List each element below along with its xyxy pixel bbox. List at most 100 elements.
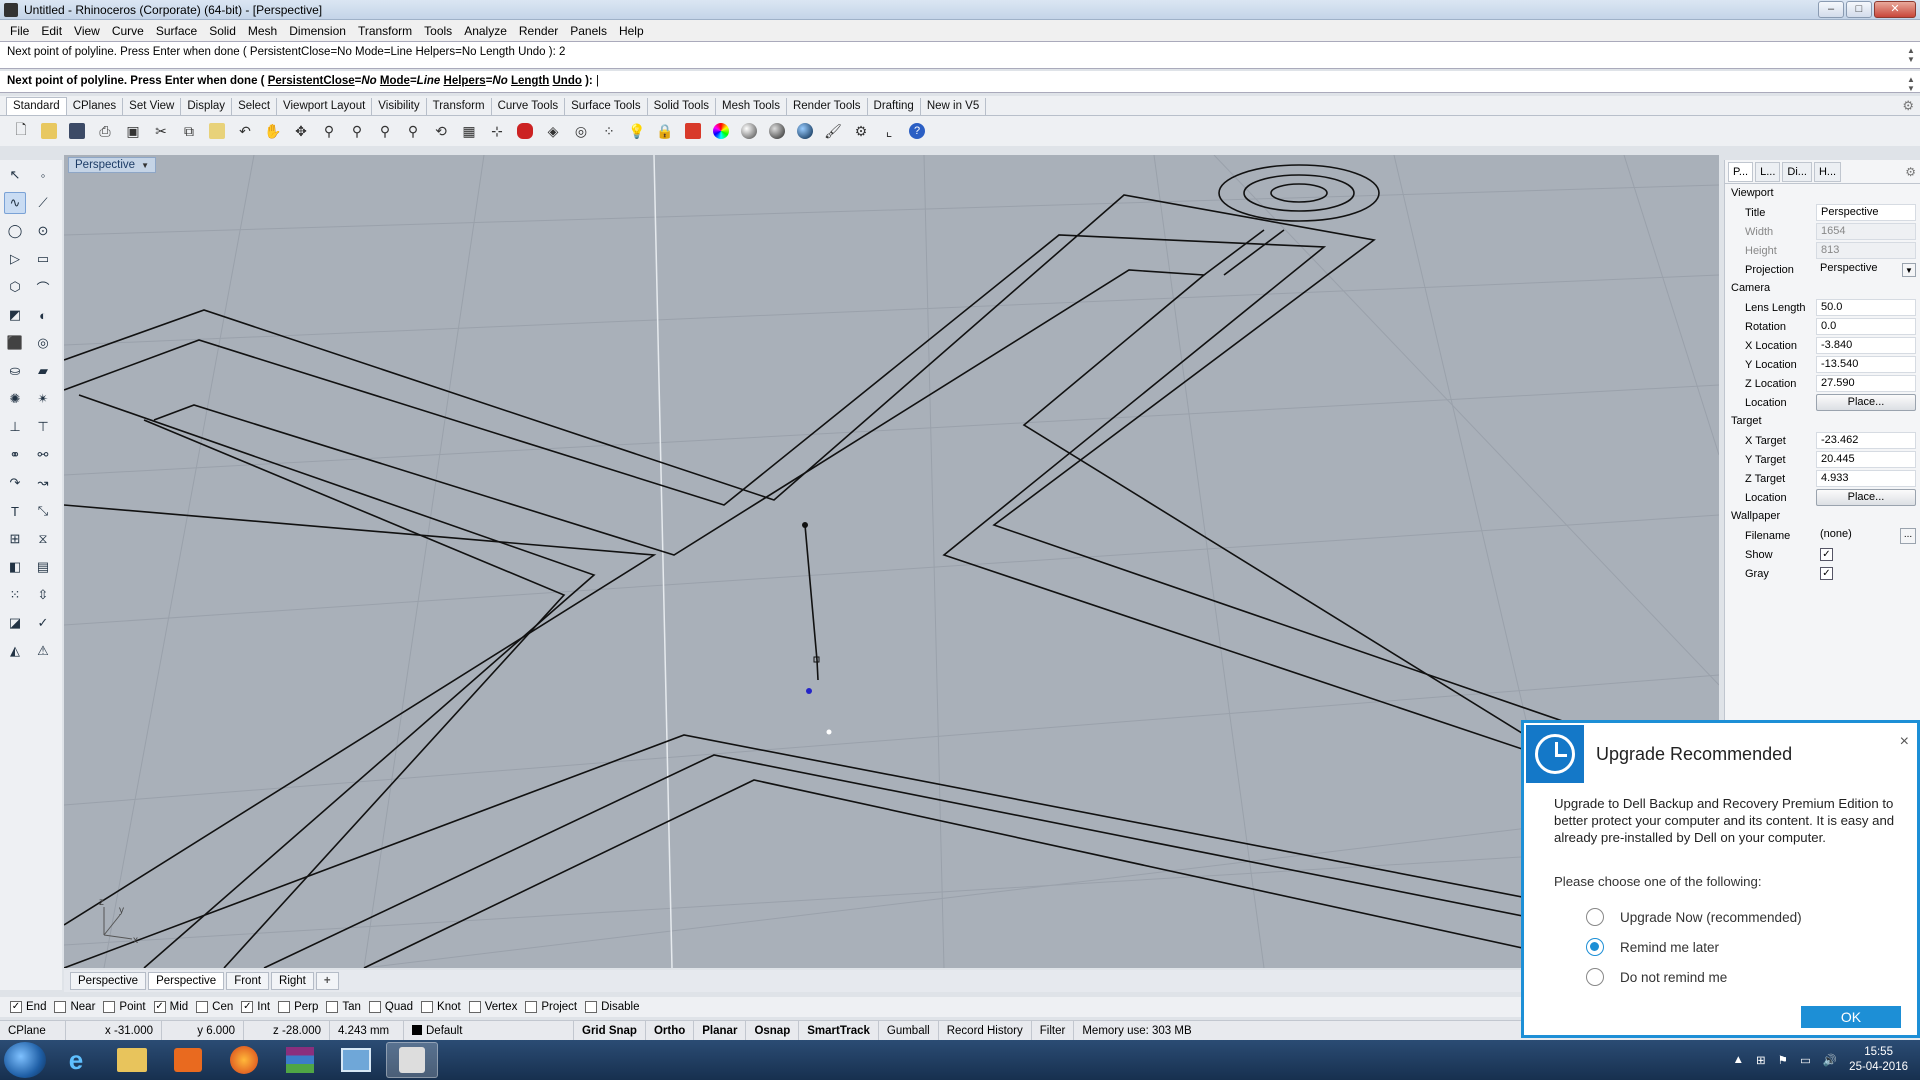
panel-tab-properties[interactable]: P... [1728, 161, 1754, 182]
menu-view[interactable]: View [68, 24, 106, 38]
osnap-project[interactable]: Project [525, 1001, 577, 1013]
status-cplane[interactable]: CPlane [0, 1020, 66, 1041]
dialog-close-button[interactable]: × [1900, 733, 1909, 751]
options-gear-icon[interactable]: ⚙ [850, 120, 872, 142]
curve-icon[interactable]: ⟋ [32, 192, 54, 214]
lens-length-field[interactable]: 50.0 [1816, 299, 1916, 316]
osnap-knot[interactable]: Knot [421, 1001, 461, 1013]
text-icon[interactable]: T [4, 500, 26, 522]
zoom-selected-icon[interactable]: ⚲ [402, 120, 424, 142]
car-icon[interactable] [514, 120, 536, 142]
menu-edit[interactable]: Edit [35, 24, 68, 38]
menu-dimension[interactable]: Dimension [283, 24, 352, 38]
hatch-icon[interactable]: ▤ [32, 556, 54, 578]
copy-icon[interactable]: ⧉ [178, 120, 200, 142]
tab-drafting[interactable]: Drafting [868, 98, 921, 115]
grid-snap-icon[interactable]: ⌞ [878, 120, 900, 142]
osnap-vertex-checkbox[interactable] [468, 1001, 481, 1013]
explode-icon[interactable]: ✴ [32, 388, 54, 410]
cut-icon[interactable]: ✂ [150, 120, 172, 142]
tab-visibility[interactable]: Visibility [372, 98, 427, 115]
zoom-window-icon[interactable]: ⚲ [346, 120, 368, 142]
projection-dropdown-icon[interactable]: ▼ [1902, 262, 1916, 277]
tab-render-tools[interactable]: Render Tools [787, 98, 868, 115]
firefox-icon[interactable] [218, 1042, 270, 1078]
y-location-field[interactable]: -13.540 [1816, 356, 1916, 373]
menu-analyze[interactable]: Analyze [458, 24, 513, 38]
option-upgrade-now[interactable]: Upgrade Now (recommended) [1586, 908, 1802, 926]
cplane-icon[interactable]: ⊹ [486, 120, 508, 142]
osnap-tan-checkbox[interactable] [326, 1001, 339, 1013]
status-osnap[interactable]: Osnap [746, 1020, 800, 1041]
import-icon[interactable]: ▣ [122, 120, 144, 142]
print-icon[interactable]: ⎙ [94, 120, 116, 142]
target-place-button[interactable]: Place... [1816, 489, 1916, 506]
mirror-icon[interactable]: ⧖ [32, 528, 54, 550]
lock-icon[interactable]: 🔒 [654, 120, 676, 142]
tab-set-view[interactable]: Set View [123, 98, 182, 115]
osnap-near[interactable]: Near [54, 1001, 95, 1013]
polygon-icon[interactable]: ⬡ [4, 276, 26, 298]
panel-tab-layers[interactable]: L... [1755, 161, 1781, 182]
paste-icon[interactable] [206, 120, 228, 142]
upgrade-now-radio[interactable] [1586, 908, 1604, 926]
status-smarttrack[interactable]: SmartTrack [799, 1020, 879, 1041]
osnap-perp[interactable]: Perp [278, 1001, 318, 1013]
osnap-disable[interactable]: Disable [585, 1001, 639, 1013]
shaded-sphere-icon[interactable] [766, 120, 788, 142]
render-sphere-icon[interactable] [738, 120, 760, 142]
tab-cplanes[interactable]: CPlanes [67, 98, 124, 115]
select-filter-icon[interactable]: ◎ [570, 120, 592, 142]
point-icon[interactable]: ◦ [32, 164, 54, 186]
trim-icon[interactable]: ⊤ [32, 416, 54, 438]
tray-volume-icon[interactable]: 🔊 [1823, 1053, 1837, 1067]
remote-desktop-icon[interactable] [330, 1042, 382, 1078]
viewport-tab-right[interactable]: Right [271, 972, 314, 990]
render-icon[interactable]: ◭ [4, 640, 26, 662]
x-location-field[interactable]: -3.840 [1816, 337, 1916, 354]
close-button[interactable]: ✕ [1874, 1, 1916, 18]
file-explorer-icon[interactable] [106, 1042, 158, 1078]
points-icon[interactable]: ⁘ [598, 120, 620, 142]
set-view-icon[interactable]: ◈ [542, 120, 564, 142]
new-file-icon[interactable]: 🗋 [10, 120, 32, 142]
menu-panels[interactable]: Panels [564, 24, 613, 38]
osnap-point[interactable]: Point [103, 1001, 146, 1013]
status-filter[interactable]: Filter [1032, 1020, 1075, 1041]
box-solid-icon[interactable]: ⬛ [4, 332, 26, 354]
status-planar[interactable]: Planar [694, 1020, 747, 1041]
gray-checkbox[interactable]: ✓ [1820, 567, 1833, 580]
color-wheel-icon[interactable] [710, 120, 732, 142]
rhino-app-icon[interactable] [4, 2, 18, 17]
do-not-remind-radio[interactable] [1586, 968, 1604, 986]
viewport-tab-perspective-1[interactable]: Perspective [70, 972, 147, 990]
arc-icon[interactable]: ▷ [4, 248, 26, 270]
option-remind-later[interactable]: Remind me later [1586, 938, 1719, 956]
winrar-icon[interactable] [274, 1042, 326, 1078]
remind-later-radio[interactable] [1586, 938, 1604, 956]
panel-gear-icon[interactable]: ⚙ [1905, 165, 1916, 179]
tab-mesh-tools[interactable]: Mesh Tools [716, 98, 787, 115]
extrude-icon[interactable]: ▰ [32, 360, 54, 382]
select-arrow-icon[interactable]: ↖ [4, 164, 26, 186]
media-player-icon[interactable] [162, 1042, 214, 1078]
tab-viewport-layout[interactable]: Viewport Layout [277, 98, 373, 115]
layer-icon[interactable] [682, 120, 704, 142]
add-viewport-tab-button[interactable]: + [315, 972, 339, 990]
option-length[interactable]: Length [511, 75, 549, 87]
osnap-mid-checkbox[interactable]: ✓ [153, 1001, 166, 1013]
dimension-icon[interactable]: ⤡ [32, 500, 54, 522]
menu-file[interactable]: File [4, 24, 35, 38]
panel-tab-help[interactable]: H... [1813, 161, 1842, 182]
cylinder-icon[interactable]: ⛀ [4, 360, 26, 382]
rhino-taskbar-icon[interactable] [386, 1042, 438, 1078]
tray-arrow-icon[interactable]: ▲ [1733, 1054, 1744, 1066]
y-target-field[interactable]: 20.445 [1816, 451, 1916, 468]
menu-transform[interactable]: Transform [352, 24, 418, 38]
boolean-union-icon[interactable]: ◎ [32, 332, 54, 354]
viewport-dropdown-icon[interactable]: ▼ [141, 161, 149, 170]
osnap-cen[interactable]: Cen [196, 1001, 233, 1013]
analyze-icon[interactable]: ◪ [4, 612, 26, 634]
light-bulb-icon[interactable]: 💡 [626, 120, 648, 142]
osnap-mid[interactable]: ✓ Mid [153, 1001, 188, 1013]
